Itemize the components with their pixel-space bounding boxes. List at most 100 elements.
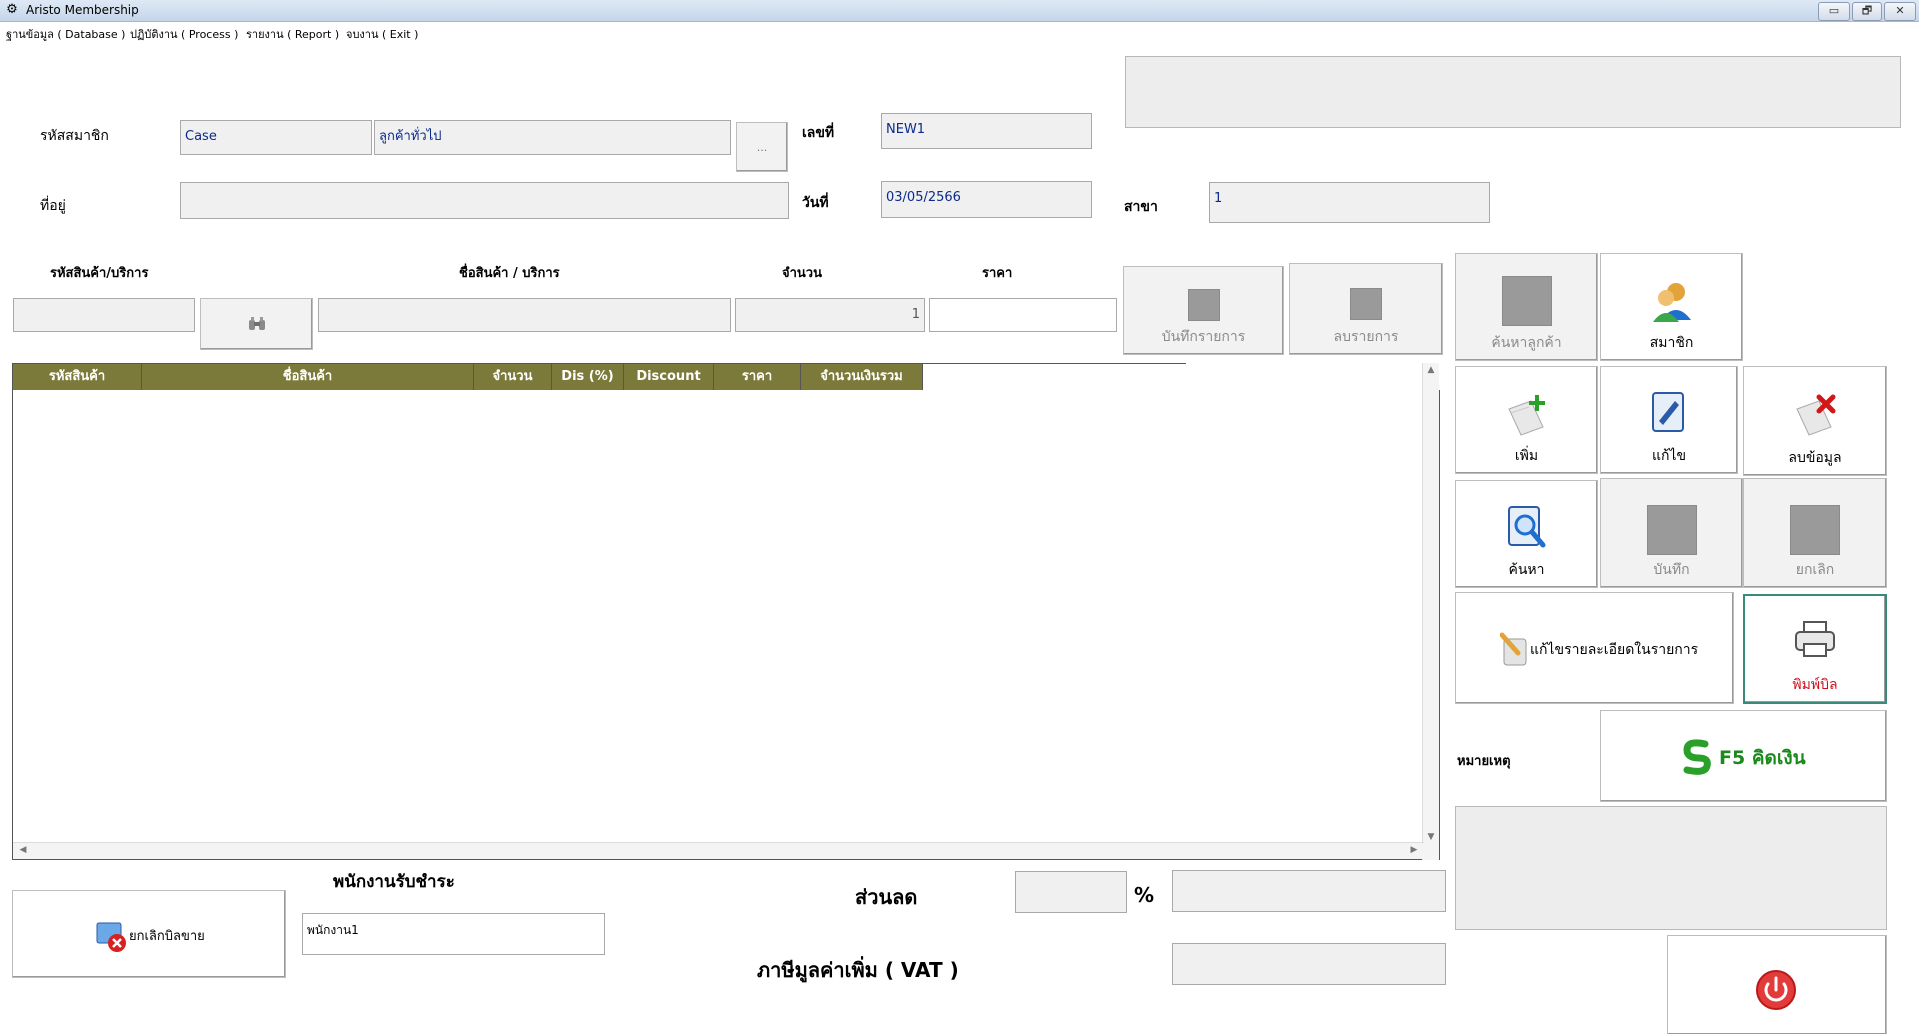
percent-sign: %	[1134, 883, 1155, 907]
discount-label: ส่วนลด	[855, 885, 918, 909]
search-label: ค้นหา	[1508, 562, 1545, 578]
scroll-up-icon[interactable]: ▲	[1423, 365, 1439, 375]
entry-qty-label: จำนวน	[782, 266, 822, 281]
add-document-icon	[1507, 395, 1545, 436]
print-bill-button[interactable]: พิมพ์บิล	[1743, 594, 1887, 704]
delete-item-button[interactable]: ลบรายการ	[1289, 263, 1443, 355]
note-label: หมายเหตุ	[1457, 754, 1511, 769]
col-price[interactable]: ราคา	[714, 364, 801, 390]
minimize-button[interactable]: ▭	[1818, 2, 1850, 21]
branch-field[interactable]: 1	[1209, 182, 1490, 223]
title-bar: ⚙ Aristo Membership ▭ 🗗 ✕	[0, 0, 1919, 22]
search-customer-label: ค้นหาลูกค้า	[1491, 335, 1562, 351]
date-field[interactable]: 03/05/2566	[881, 181, 1092, 218]
delete-document-icon	[1796, 394, 1836, 436]
grid-horizontal-scrollbar[interactable]: ◀ ▶	[13, 842, 1424, 859]
member-button[interactable]: สมาชิก	[1600, 253, 1743, 361]
save-item-label: บันทึกรายการ	[1161, 329, 1246, 345]
save-label: บันทึก	[1653, 562, 1690, 578]
info-panel	[1125, 56, 1901, 128]
menu-bar: ฐานข้อมูล ( Database ) ปฏิบัติงาน ( Proc…	[0, 22, 1919, 42]
browse-member-button[interactable]: ...	[736, 122, 788, 172]
product-lookup-button[interactable]	[200, 298, 313, 350]
scroll-down-icon[interactable]: ▼	[1423, 832, 1439, 842]
product-name-input[interactable]	[318, 298, 731, 332]
grid-vertical-scrollbar[interactable]: ▲ ▼	[1422, 363, 1439, 860]
menu-database[interactable]: ฐานข้อมูล ( Database )	[6, 25, 125, 43]
edit-document-icon	[1652, 392, 1684, 432]
member-code-label: รหัสสมาชิก	[40, 128, 109, 144]
vat-label: ภาษีมูลค่าเพิ่ม ( VAT )	[757, 958, 959, 982]
items-grid-header: รหัสสินค้า ชื่อสินค้า จำนวน Dis (%) Disc…	[12, 363, 1186, 391]
menu-exit[interactable]: จบงาน ( Exit )	[346, 25, 418, 43]
search-customer-button[interactable]: ค้นหาลูกค้า	[1455, 253, 1598, 361]
doc-no-label: เลขที่	[802, 125, 835, 141]
cashier-field[interactable]: พนักงาน1	[302, 913, 605, 955]
vat-field[interactable]	[1172, 943, 1446, 985]
branch-label: สาขา	[1124, 199, 1158, 215]
address-label: ที่อยู่	[40, 198, 66, 214]
note-field[interactable]	[1455, 806, 1887, 930]
money-icon	[1683, 739, 1711, 775]
col-quantity[interactable]: จำนวน	[474, 364, 552, 390]
menu-process[interactable]: ปฏิบัติงาน ( Process )	[130, 25, 238, 43]
member-label: สมาชิก	[1649, 335, 1694, 351]
items-grid-body[interactable]: ▲ ▼ ◀ ▶	[12, 363, 1440, 860]
quantity-input[interactable]: 1	[735, 298, 925, 332]
entry-code-label: รหัสสินค้า/บริการ	[50, 266, 149, 281]
cancel-sale-icon	[96, 922, 126, 952]
cashier-label: พนักงานรับชำระ	[333, 872, 455, 892]
member-code-field[interactable]: Case	[180, 120, 372, 155]
scroll-left-icon[interactable]: ◀	[15, 845, 31, 855]
checkout-button[interactable]: F5 คิดเงิน	[1600, 710, 1887, 802]
product-code-input[interactable]	[13, 298, 195, 332]
cancel-icon	[1790, 505, 1840, 555]
cancel-button[interactable]: ยกเลิก	[1743, 478, 1887, 588]
edit-button[interactable]: แก้ไข	[1600, 366, 1738, 474]
cancel-sale-button[interactable]: ยกเลิกบิลขาย	[12, 890, 286, 978]
delete-item-label: ลบรายการ	[1333, 329, 1399, 345]
address-field[interactable]	[180, 182, 789, 219]
search-magnifier-icon	[1507, 506, 1545, 548]
edit-details-button[interactable]: แก้ไขรายละเอียดในรายการ	[1455, 592, 1734, 704]
col-total[interactable]: จำนวนเงินรวม	[801, 364, 923, 390]
entry-price-label: ราคา	[982, 266, 1013, 281]
delete-label: ลบข้อมูล	[1788, 450, 1842, 466]
save-item-button[interactable]: บันทึกรายการ	[1123, 266, 1284, 355]
close-button[interactable]: ✕	[1884, 2, 1916, 21]
edit-details-icon	[1500, 632, 1527, 666]
member-name-field[interactable]: ลูกค้าทั่วไป	[374, 120, 731, 155]
delete-button[interactable]: ลบข้อมูล	[1743, 366, 1887, 476]
col-product-name[interactable]: ชื่อสินค้า	[142, 364, 474, 390]
discount-amount-field[interactable]	[1172, 870, 1446, 912]
exit-button[interactable]	[1667, 935, 1887, 1034]
checkout-label: F5 คิดเงิน	[1719, 747, 1806, 769]
doc-no-field[interactable]: NEW1	[881, 113, 1092, 149]
entry-name-label: ชื่อสินค้า / บริการ	[459, 266, 560, 281]
cancel-label: ยกเลิก	[1795, 562, 1835, 578]
app-logo-icon: ⚙	[6, 2, 18, 17]
search-button[interactable]: ค้นหา	[1455, 480, 1598, 588]
add-button[interactable]: เพิ่ม	[1455, 366, 1598, 474]
col-product-code[interactable]: รหัสสินค้า	[13, 364, 142, 390]
price-input[interactable]	[929, 298, 1117, 332]
printer-icon	[1795, 621, 1835, 657]
edit-details-label: แก้ไขรายละเอียดในรายการ	[1530, 642, 1699, 658]
delete-item-icon	[1350, 288, 1382, 320]
discount-percent-field[interactable]	[1015, 871, 1127, 913]
add-label: เพิ่ม	[1514, 448, 1539, 464]
scroll-right-icon[interactable]: ▶	[1406, 845, 1422, 855]
col-discount[interactable]: Discount	[624, 364, 714, 390]
binoculars-icon	[248, 317, 265, 330]
date-label: วันที่	[802, 195, 829, 211]
menu-report[interactable]: รายงาน ( Report )	[246, 25, 339, 43]
print-bill-label: พิมพ์บิล	[1792, 677, 1838, 693]
col-dis-percent[interactable]: Dis (%)	[552, 364, 624, 390]
window-title: Aristo Membership	[26, 3, 139, 17]
cancel-sale-label: ยกเลิกบิลขาย	[129, 929, 205, 944]
power-icon	[1756, 970, 1796, 1010]
save-button[interactable]: บันทึก	[1600, 478, 1743, 588]
edit-label: แก้ไข	[1651, 448, 1687, 464]
restore-button[interactable]: 🗗	[1852, 2, 1882, 21]
member-users-icon	[1652, 283, 1691, 322]
